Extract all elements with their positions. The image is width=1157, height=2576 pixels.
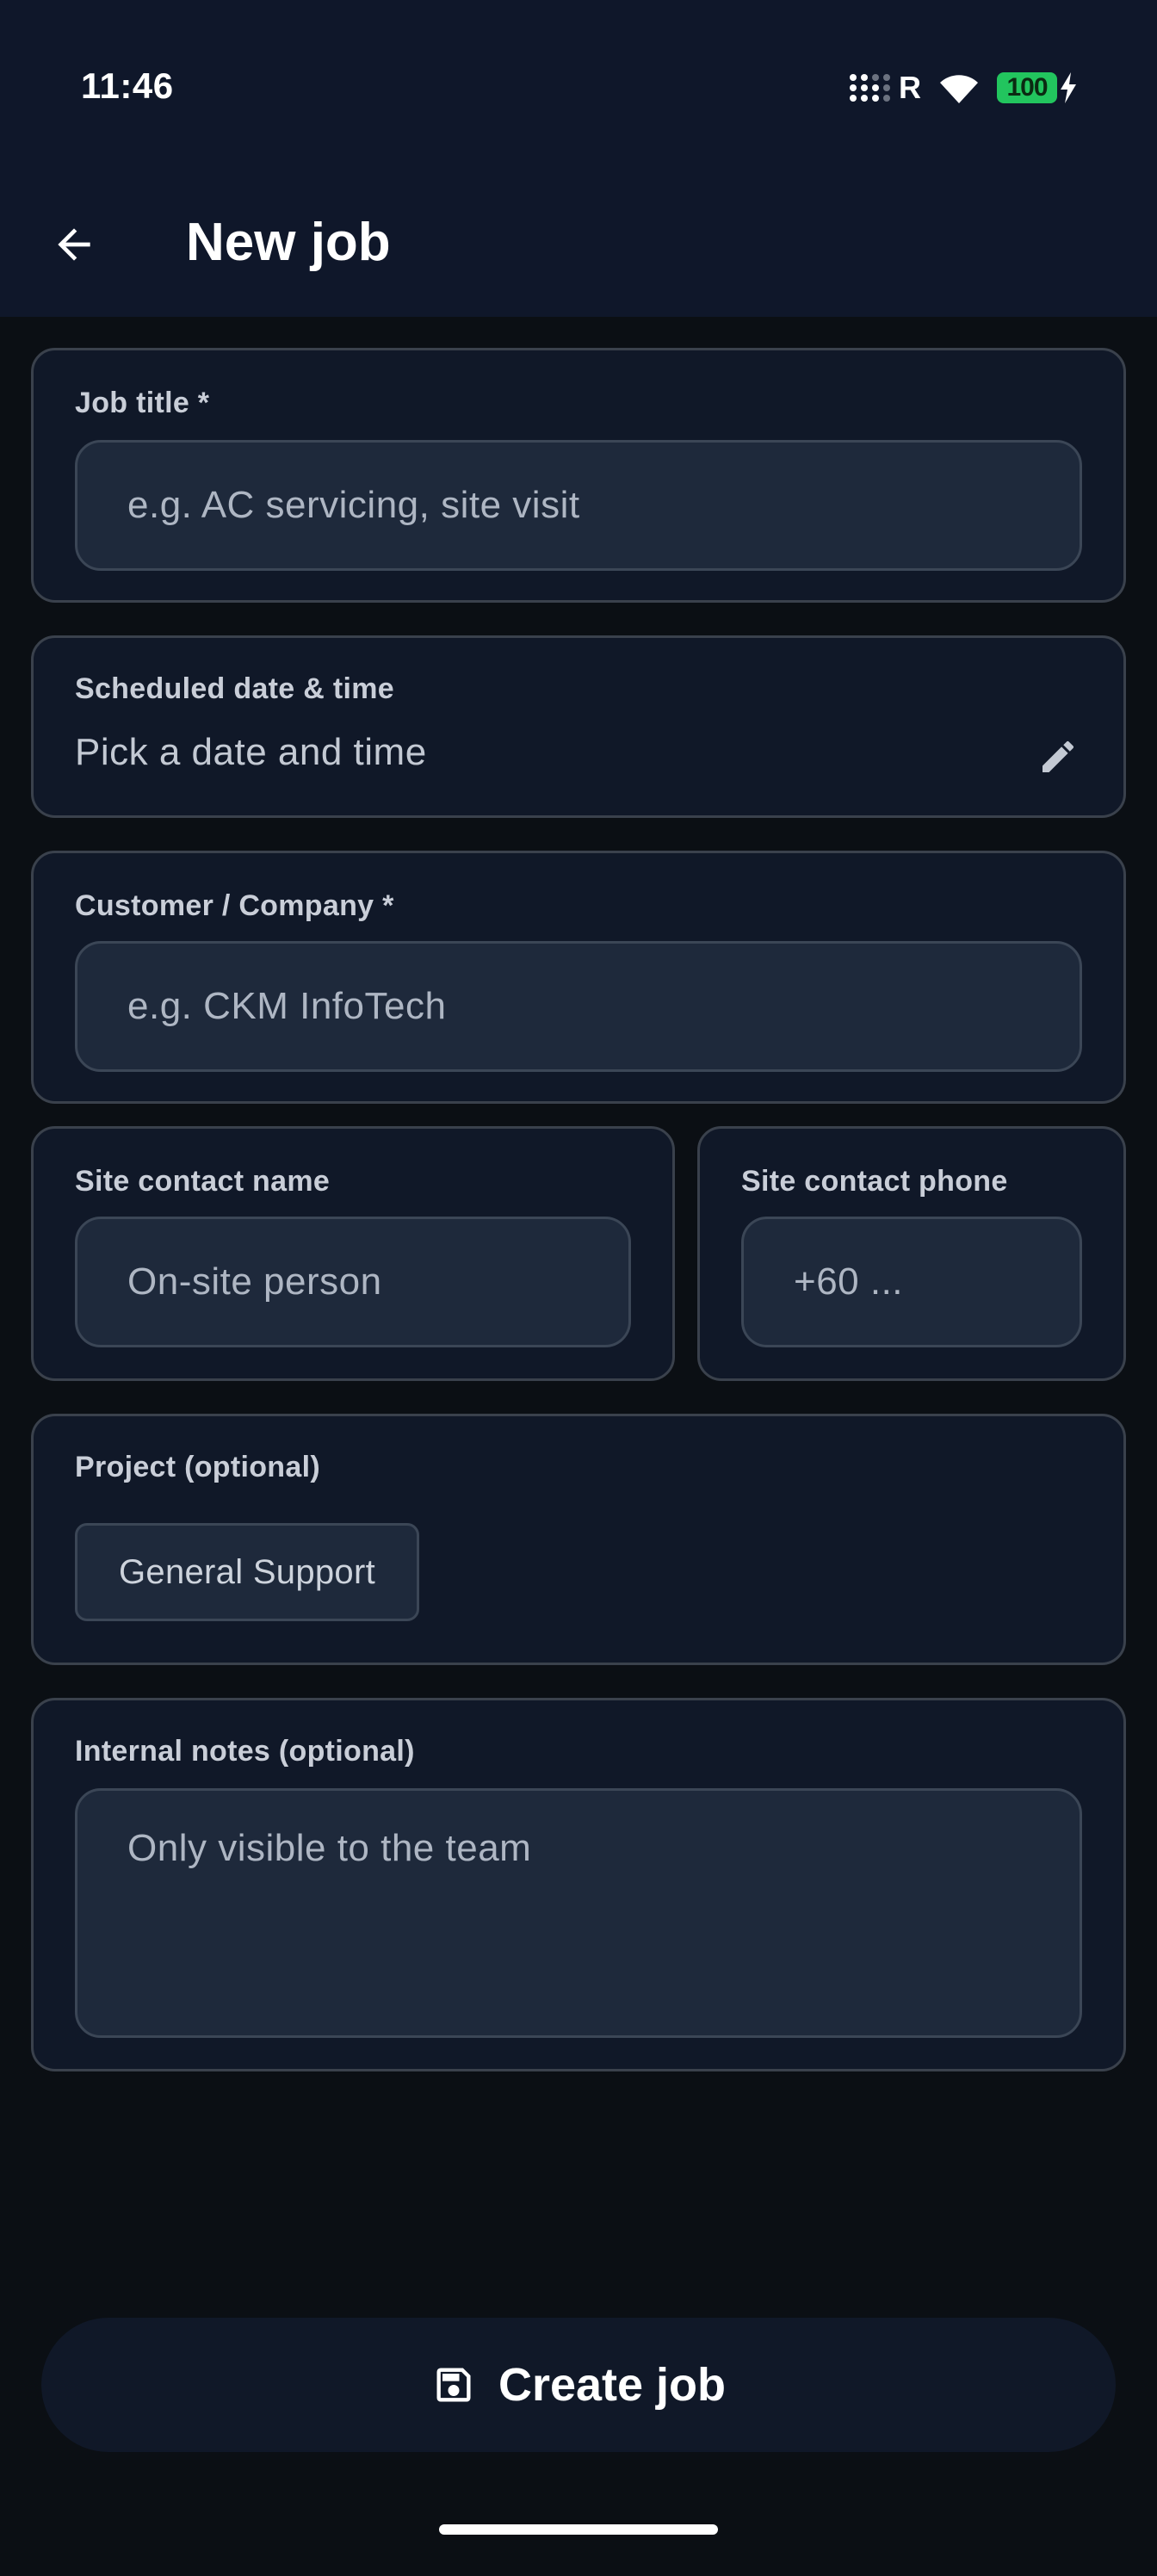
arrow-left-icon: [58, 228, 90, 261]
project-chip[interactable]: General Support: [75, 1523, 420, 1621]
site-contact-phone-label: Site contact phone: [741, 1165, 1008, 1198]
battery-icon: 100: [997, 72, 1078, 103]
cellular-signal-icon: R: [850, 70, 921, 106]
edit-datetime-button[interactable]: [1034, 733, 1082, 781]
customer-card: Customer / Company * e.g. CKM InfoTech: [31, 851, 1126, 1104]
job-title-input[interactable]: e.g. AC servicing, site visit: [75, 440, 1082, 571]
site-contact-phone-input[interactable]: +60 ...: [741, 1217, 1082, 1347]
project-card: Project (optional) General Support: [31, 1414, 1126, 1665]
internal-notes-label: Internal notes (optional): [75, 1735, 415, 1768]
scheduled-datetime-card[interactable]: Scheduled date & time Pick a date and ti…: [31, 635, 1126, 818]
roaming-indicator: R: [899, 70, 921, 105]
site-contact-name-label: Site contact name: [75, 1165, 331, 1198]
status-time: 11:46: [81, 65, 174, 106]
job-title-card: Job title * e.g. AC servicing, site visi…: [31, 348, 1126, 603]
page-title: New job: [186, 213, 391, 272]
back-button[interactable]: [38, 208, 110, 281]
create-job-label: Create job: [498, 2359, 727, 2411]
create-job-button[interactable]: Create job: [41, 2318, 1116, 2452]
scheduled-datetime-value: Pick a date and time: [75, 731, 427, 773]
charging-bolt-icon: [1061, 72, 1076, 103]
pencil-icon: [1043, 740, 1074, 772]
save-icon: [436, 2368, 471, 2402]
internal-notes-card: Internal notes (optional) Only visible t…: [31, 1698, 1126, 2071]
wifi-icon: [940, 75, 978, 103]
job-title-label: Job title *: [75, 387, 210, 419]
battery-level: 100: [997, 72, 1057, 103]
internal-notes-textarea[interactable]: Only visible to the team: [75, 1788, 1082, 2038]
customer-input[interactable]: e.g. CKM InfoTech: [75, 941, 1082, 1072]
site-contact-phone-card: Site contact phone +60 ...: [697, 1126, 1126, 1381]
status-icons: R 100: [850, 67, 1078, 108]
site-contact-name-card: Site contact name On-site person: [31, 1126, 675, 1381]
home-indicator[interactable]: [439, 2524, 718, 2535]
scheduled-datetime-label: Scheduled date & time: [75, 672, 394, 705]
app-bar: New job: [0, 172, 1157, 317]
status-bar: 11:46 R 100: [0, 0, 1157, 172]
customer-label: Customer / Company *: [75, 889, 394, 922]
site-contact-name-input[interactable]: On-site person: [75, 1217, 631, 1347]
project-label: Project (optional): [75, 1451, 320, 1483]
